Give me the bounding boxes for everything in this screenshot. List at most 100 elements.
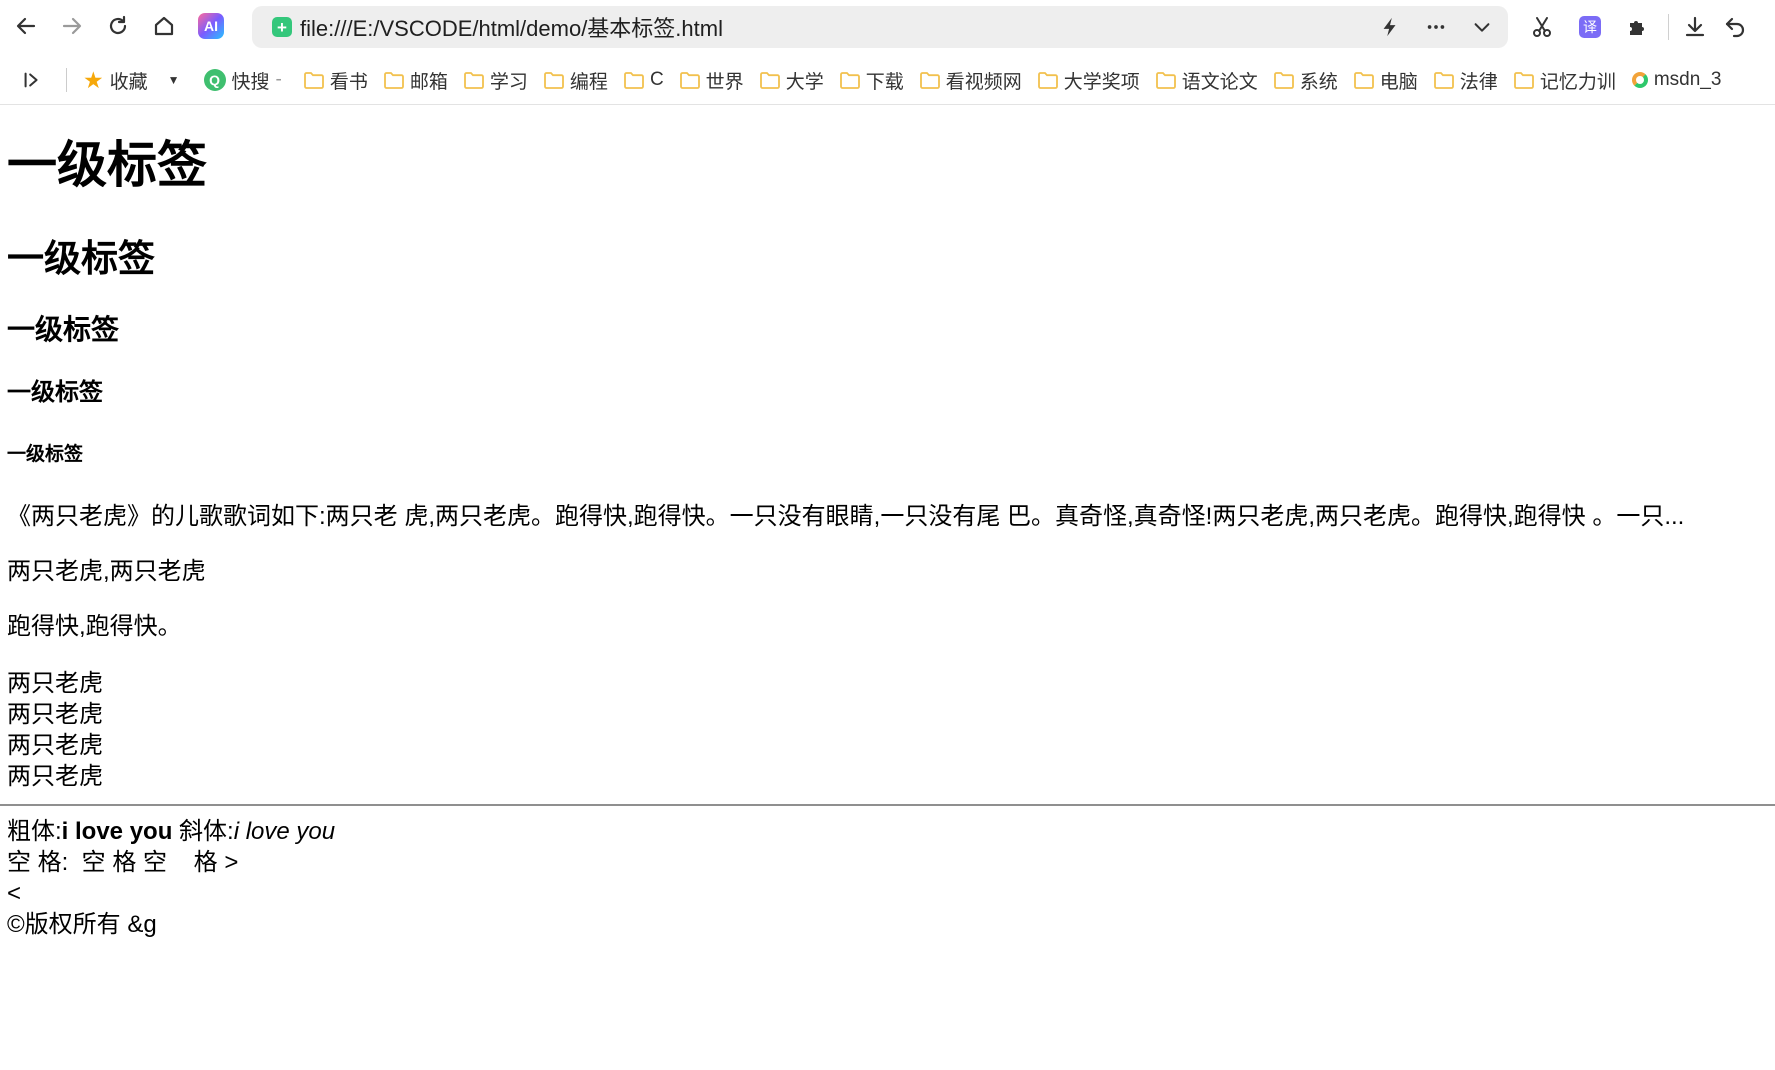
bookmark-folder[interactable]: 大学 [756, 63, 828, 97]
download-button[interactable] [1675, 6, 1715, 48]
bookmark-folder[interactable]: 法律 [1430, 63, 1502, 97]
text-line: 两只老虎 [7, 763, 103, 790]
url-text[interactable]: file:///E:/VSCODE/html/demo/基本标签.html [300, 11, 723, 43]
screenshot-button[interactable] [1518, 6, 1566, 48]
heading-h5: 一级标签 [7, 444, 84, 465]
translate-icon: 译 [1579, 16, 1601, 38]
bookmark-quick-search[interactable]: Q 快搜 - [200, 63, 286, 97]
bookmark-folder-label: 邮箱 [409, 71, 448, 93]
toolbar-divider [1668, 14, 1669, 40]
translate-label: 译 [1583, 19, 1597, 35]
folder-icon [1037, 71, 1058, 89]
bold-text: i love you [61, 818, 173, 845]
bookmark-favorites[interactable]: ★ 收藏 ▼ [79, 63, 192, 97]
lyrics-paragraph: 《两只老虎》的儿歌歌词如下:两只老 虎,两只老虎。跑得快,跑得快。一只没有眼睛,… [7, 503, 1685, 530]
bookmark-folders: 看书 邮箱 学习 编程 C 世界 大学 下载 看视频网 大学奖项 语文论文 系统 电脑 法律 记忆力训 [300, 63, 1628, 97]
msdn-icon [1631, 72, 1648, 88]
heading-h1: 一级标签 [7, 137, 207, 193]
bookmark-folder[interactable]: 看书 [300, 63, 372, 97]
heading-h3: 一级标签 [7, 314, 120, 345]
folder-icon [759, 71, 780, 89]
bookmark-folder-label: 大学奖项 [1063, 71, 1140, 93]
bookmark-folder-label: 看书 [329, 71, 368, 93]
horizontal-rule [0, 804, 1775, 806]
folder-icon [1273, 71, 1294, 89]
back-arrow-icon [16, 17, 36, 35]
folder-icon [383, 71, 404, 89]
bookmark-folder-label: 记忆力训 [1539, 71, 1616, 93]
bookmark-folder-label: 学习 [489, 71, 528, 93]
bookmark-folder-label: 编程 [569, 71, 608, 93]
more-dots-icon [1427, 25, 1445, 29]
lightning-button[interactable] [1378, 15, 1402, 39]
sidebar-expand-icon [24, 72, 38, 88]
folder-icon [1353, 71, 1374, 89]
folder-icon [1433, 71, 1454, 89]
bookmark-folder-label: 大学 [785, 71, 824, 93]
bookmark-folder-label: C [649, 69, 664, 90]
bookmark-folder[interactable]: 看视频网 [916, 63, 1026, 97]
quick-search-icon: Q [203, 69, 226, 91]
forward-button[interactable] [52, 6, 92, 46]
bookmark-folder[interactable]: 系统 [1270, 63, 1342, 97]
folder-icon [679, 71, 700, 89]
bookmark-favorites-label: 收藏 [109, 71, 148, 93]
back-button[interactable] [6, 6, 46, 46]
bookmark-folder[interactable]: 世界 [676, 63, 748, 97]
heading-h4: 一级标签 [7, 379, 103, 406]
bookmark-folder[interactable]: 记忆力训 [1510, 63, 1620, 97]
folder-icon [1155, 71, 1176, 89]
bookmark-folder[interactable]: 下载 [836, 63, 908, 97]
bookmark-folder[interactable]: 大学奖项 [1034, 63, 1144, 97]
bookmark-folder-label: 看视频网 [945, 71, 1022, 93]
undo-button[interactable] [1715, 6, 1755, 48]
bookmarks-bar: ★ 收藏 ▼ Q 快搜 - 看书 邮箱 学习 编程 C 世界 大学 下载 看视频网 大学奖项 语文论… [0, 58, 1775, 102]
more-button[interactable] [1424, 15, 1448, 39]
folder-icon [624, 71, 644, 89]
folder-icon [839, 71, 860, 89]
folder-icon [544, 71, 564, 89]
bookmark-folder-label: 系统 [1299, 71, 1338, 93]
reload-icon [109, 15, 127, 35]
folder-icon [919, 71, 940, 89]
italic-label: 斜体: [179, 818, 234, 845]
bookmark-folder[interactable]: C [620, 63, 668, 97]
reload-button[interactable] [98, 6, 138, 46]
translate-button[interactable]: 译 [1566, 6, 1614, 48]
extensions-button[interactable] [1614, 6, 1662, 48]
bookmark-folder[interactable]: 学习 [460, 63, 532, 97]
bookmark-folder[interactable]: 邮箱 [380, 63, 452, 97]
quick-search-icon-letter: Q [209, 72, 220, 88]
download-icon [1685, 16, 1705, 37]
bold-label: 粗体: [7, 818, 62, 845]
puzzle-icon [1630, 21, 1644, 35]
ai-assistant-button[interactable]: AI [198, 13, 224, 39]
text-line: 两只老虎 [7, 670, 103, 697]
sidebar-toggle-button[interactable] [16, 64, 48, 96]
bookmark-folder-label: 语文论文 [1181, 71, 1258, 93]
chevron-down-icon [1474, 23, 1490, 32]
bookmark-folder-label: 下载 [865, 71, 904, 93]
forward-arrow-icon [62, 17, 82, 35]
home-button[interactable] [144, 6, 184, 46]
ai-badge-label: AI [204, 18, 218, 34]
bookmark-folder[interactable]: 电脑 [1350, 63, 1422, 97]
bookmark-msdn[interactable]: msdn_3 [1628, 63, 1726, 97]
undo-icon [1725, 17, 1745, 38]
toolbar-actions: 译 [1518, 6, 1755, 48]
browser-toolbar: AI + file:///E:/VSCODE/html/demo/基本标签.ht… [0, 0, 1775, 52]
text-line: 两只老虎 [7, 701, 103, 728]
paragraph-run-fast: 跑得快,跑得快。 [7, 613, 182, 640]
address-dropdown-button[interactable] [1470, 15, 1494, 39]
folder-icon [1513, 71, 1534, 89]
heading-h2: 一级标签 [7, 238, 155, 279]
bookmark-folder[interactable]: 编程 [540, 63, 612, 97]
bookmark-folder[interactable]: 语文论文 [1152, 63, 1262, 97]
address-actions [1378, 6, 1494, 48]
address-bar[interactable]: + file:///E:/VSCODE/html/demo/基本标签.html [252, 6, 1508, 48]
lt-entity-line: < [7, 880, 22, 907]
bookmark-quick-search-label: 快搜 [231, 71, 270, 93]
space-entity-line: 空 格: 空 格 空 格 > [7, 849, 239, 876]
caret-down-icon[interactable]: ▼ [168, 73, 180, 87]
secure-badge-glyph: + [277, 17, 287, 37]
